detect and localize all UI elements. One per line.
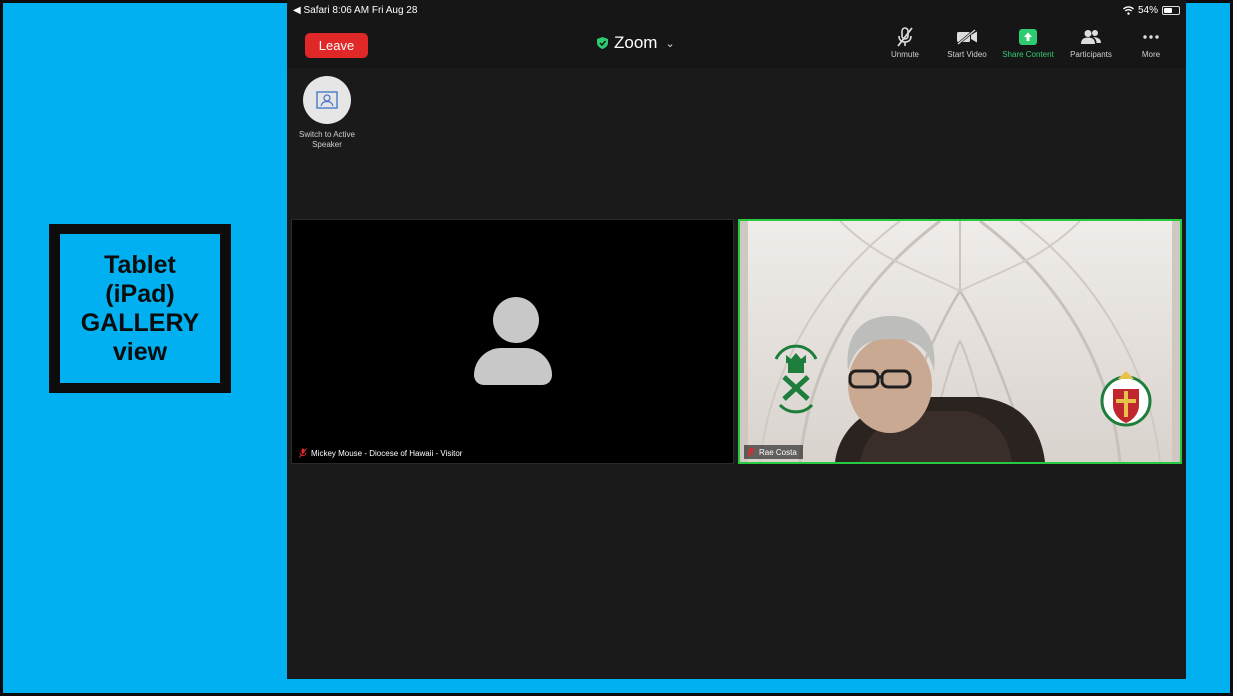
participant-video-feed	[740, 221, 1180, 462]
participants-button[interactable]: Participants	[1065, 27, 1117, 59]
status-bar-right: 54%	[1122, 5, 1180, 16]
participant-name: Rae Costa	[759, 447, 797, 457]
leave-button[interactable]: Leave	[305, 33, 368, 58]
wifi-icon	[1122, 6, 1134, 15]
slide-label-line: (iPad)	[105, 279, 175, 308]
chevron-down-icon: ⌄	[665, 37, 675, 50]
participants-label: Participants	[1070, 50, 1112, 59]
slide-label-box: Tablet (iPad) GALLERY view	[49, 224, 231, 393]
share-content-label: Share Content	[1002, 50, 1054, 59]
participant-name: Mickey Mouse - Diocese of Hawaii - Visit…	[311, 448, 463, 458]
participant-name-tag: Rae Costa	[744, 445, 803, 459]
active-speaker-label: Switch to Active Speaker	[298, 130, 356, 149]
shield-icon	[597, 37, 608, 49]
video-tile[interactable]: Mickey Mouse - Diocese of Hawaii - Visit…	[291, 219, 734, 464]
switch-to-active-speaker-button[interactable]: Switch to Active Speaker	[297, 76, 357, 150]
mic-muted-icon	[897, 27, 913, 47]
share-icon	[1019, 29, 1037, 45]
start-video-label: Start Video	[947, 50, 987, 59]
unmute-label: Unmute	[890, 50, 919, 59]
status-bar-left: ◀ Safari 8:06 AM Fri Aug 28	[293, 5, 418, 16]
battery-icon	[1162, 6, 1180, 15]
meeting-title[interactable]: Zoom ⌄	[597, 33, 675, 53]
meeting-title-text: Zoom	[614, 33, 658, 52]
mic-muted-icon	[299, 448, 307, 458]
avatar	[493, 297, 539, 343]
slide-label-line: view	[112, 337, 168, 366]
active-speaker-icon	[316, 91, 338, 109]
battery-percent: 54%	[1137, 5, 1158, 16]
slide-label-line: Tablet	[104, 250, 176, 279]
slide-label-line: GALLERY	[80, 308, 200, 337]
slide-label: Tablet (iPad) GALLERY view	[60, 234, 220, 383]
participant-name-tag: Mickey Mouse - Diocese of Hawaii - Visit…	[296, 446, 469, 460]
more-button[interactable]: More	[1135, 27, 1167, 59]
unmute-button[interactable]: Unmute	[885, 27, 925, 59]
meeting-toolbar: Leave Zoom ⌄ Unmute Start Video Share Co…	[287, 22, 1186, 68]
ipad-screen: ◀ Safari 8:06 AM Fri Aug 28 54% Leave Zo…	[287, 0, 1186, 679]
status-bar: ◀ Safari 8:06 AM Fri Aug 28 54%	[287, 0, 1186, 22]
more-icon	[1143, 35, 1159, 39]
share-content-button[interactable]: Share Content	[996, 27, 1060, 59]
participants-icon	[1081, 30, 1101, 44]
avatar-body	[474, 348, 552, 385]
video-tile-active[interactable]: Rae Costa	[738, 219, 1182, 464]
mic-muted-icon	[747, 447, 755, 457]
active-speaker-circle	[303, 76, 351, 124]
start-video-button[interactable]: Start Video	[941, 27, 993, 59]
video-off-icon	[957, 29, 977, 45]
more-label: More	[1141, 50, 1161, 59]
